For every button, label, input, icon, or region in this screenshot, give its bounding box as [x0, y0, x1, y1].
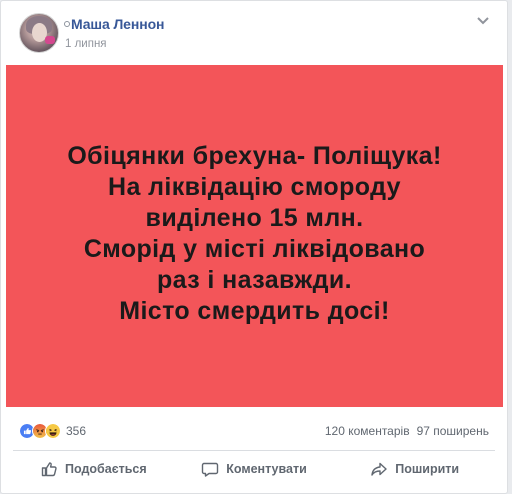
- reaction-count[interactable]: 356: [66, 424, 86, 438]
- post-line: Обіцянки брехуна- Поліщука!: [67, 142, 442, 170]
- like-button[interactable]: Подобається: [13, 453, 174, 485]
- reactions-row: 356 120 коментарів 97 поширень: [19, 421, 489, 441]
- comment-icon: [202, 462, 219, 477]
- shares-count[interactable]: 97 поширень: [417, 424, 489, 438]
- post-line: На ліквідацію смороду: [108, 173, 401, 201]
- like-label: Подобається: [65, 462, 147, 476]
- post-line: Місто смердить досі!: [119, 297, 390, 325]
- post-background: Обіцянки брехуна- Поліщука! На ліквідаці…: [6, 65, 503, 407]
- post-line: Сморід у місті ліквідовано: [83, 235, 426, 263]
- engagement-counts: 120 коментарів 97 поширень: [325, 424, 489, 438]
- post-line: раз і назавжди.: [156, 266, 352, 294]
- post-date[interactable]: 1 липня: [65, 38, 107, 50]
- avatar-bow: [45, 36, 55, 44]
- action-bar: Подобається Коментувати Поширити: [13, 453, 495, 485]
- haha-icon: [45, 423, 61, 439]
- reaction-icons[interactable]: [19, 423, 61, 439]
- comment-button[interactable]: Коментувати: [174, 453, 335, 485]
- comments-count[interactable]: 120 коментарів: [325, 424, 410, 438]
- post-card: Маша Леннон 1 липня Обіцянки брехуна- По…: [0, 0, 508, 494]
- author-name[interactable]: Маша Леннон: [71, 16, 165, 32]
- comment-label: Коментувати: [226, 462, 307, 476]
- share-icon: [371, 462, 387, 476]
- author-row: Маша Леннон: [64, 16, 165, 32]
- post-line: виділено 15 млн.: [145, 204, 364, 232]
- share-button[interactable]: Поширити: [334, 453, 495, 485]
- divider: [13, 450, 495, 451]
- post-text: Обіцянки брехуна- Поліщука! На ліквідаці…: [67, 141, 441, 327]
- post-header: Маша Леннон 1 липня: [13, 10, 495, 58]
- more-options-icon[interactable]: [475, 12, 491, 28]
- avatar[interactable]: [19, 13, 59, 53]
- thumbs-up-icon: [41, 462, 57, 477]
- status-dot-icon: [64, 21, 70, 27]
- share-label: Поширити: [395, 462, 460, 476]
